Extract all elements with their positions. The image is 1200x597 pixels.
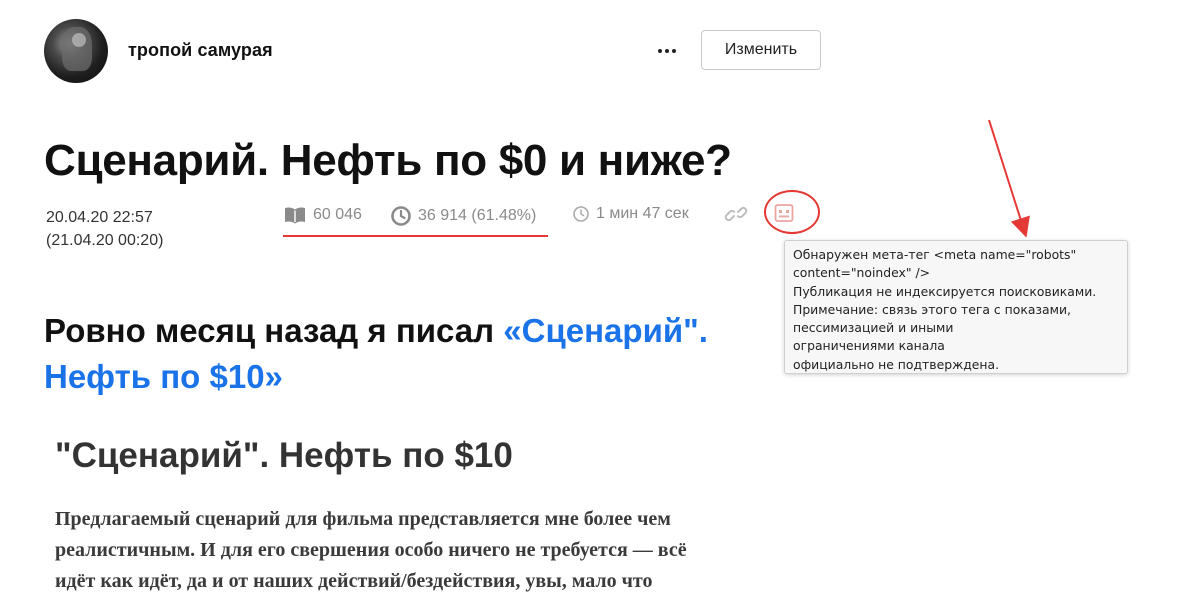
noindex-tooltip: Обнаружен мета-тег <meta name="robots" c… — [784, 240, 1128, 374]
body-line: реалистичным. И для его свершения особо … — [55, 539, 687, 561]
channel-name[interactable]: тропой самурая — [128, 40, 273, 61]
date-edited: (21.04.20 00:20) — [46, 232, 164, 249]
tooltip-line: официально не подтверждена. — [793, 356, 1000, 372]
small-clock-icon — [573, 206, 589, 222]
read-time-stat: 1 мин 47 сек — [572, 205, 689, 223]
views-count: 60 046 — [313, 206, 362, 223]
views-stat: 60 046 — [283, 205, 362, 225]
body-line: Предлагаемый сценарий для фильма предста… — [55, 508, 671, 530]
publish-date: 20.04.20 22:57 (21.04.20 00:20) — [46, 206, 163, 252]
read-time: 1 мин 47 сек — [596, 205, 689, 222]
article-title: Сценарий. Нефть по $0 и ниже? — [44, 136, 732, 185]
book-icon — [285, 207, 305, 224]
tooltip-line: пессимизацией и иными — [793, 320, 954, 336]
tooltip-line: ограничениями канала — [793, 338, 945, 354]
link-icon[interactable] — [724, 203, 748, 225]
tooltip-line: Обнаружен мета-тег <meta name="robots" — [793, 247, 1077, 262]
tooltip-line: Примечание: связь этого тега с показами, — [793, 301, 1071, 317]
tooltip-line: content="noindex" /> — [793, 265, 931, 281]
edit-button[interactable]: Изменить — [701, 30, 821, 70]
reads-stat: 36 914 (61.48%) — [390, 205, 536, 227]
embedded-article-title: "Сценарий". Нефть по $10 — [55, 436, 513, 475]
underline-annotation — [283, 235, 548, 237]
date-published: 20.04.20 22:57 — [46, 209, 153, 226]
embedded-article-body: Предлагаемый сценарий для фильма предста… — [55, 504, 795, 597]
reads-count: 36 914 (61.48%) — [418, 207, 537, 224]
section-heading: Ровно месяц назад я писал «Сценарий". Не… — [44, 308, 764, 400]
avatar-highlight — [72, 33, 86, 47]
meta-icon-highlight — [764, 190, 820, 234]
body-line: идёт как идёт, да и от наших действий/бе… — [55, 570, 653, 592]
more-icon[interactable] — [652, 36, 686, 66]
channel-avatar[interactable] — [44, 19, 108, 83]
tooltip-line: Публикация не индексируется поисковиками… — [793, 283, 1097, 299]
heading-text: Ровно месяц назад я писал — [44, 312, 504, 349]
clock-icon — [391, 206, 411, 226]
